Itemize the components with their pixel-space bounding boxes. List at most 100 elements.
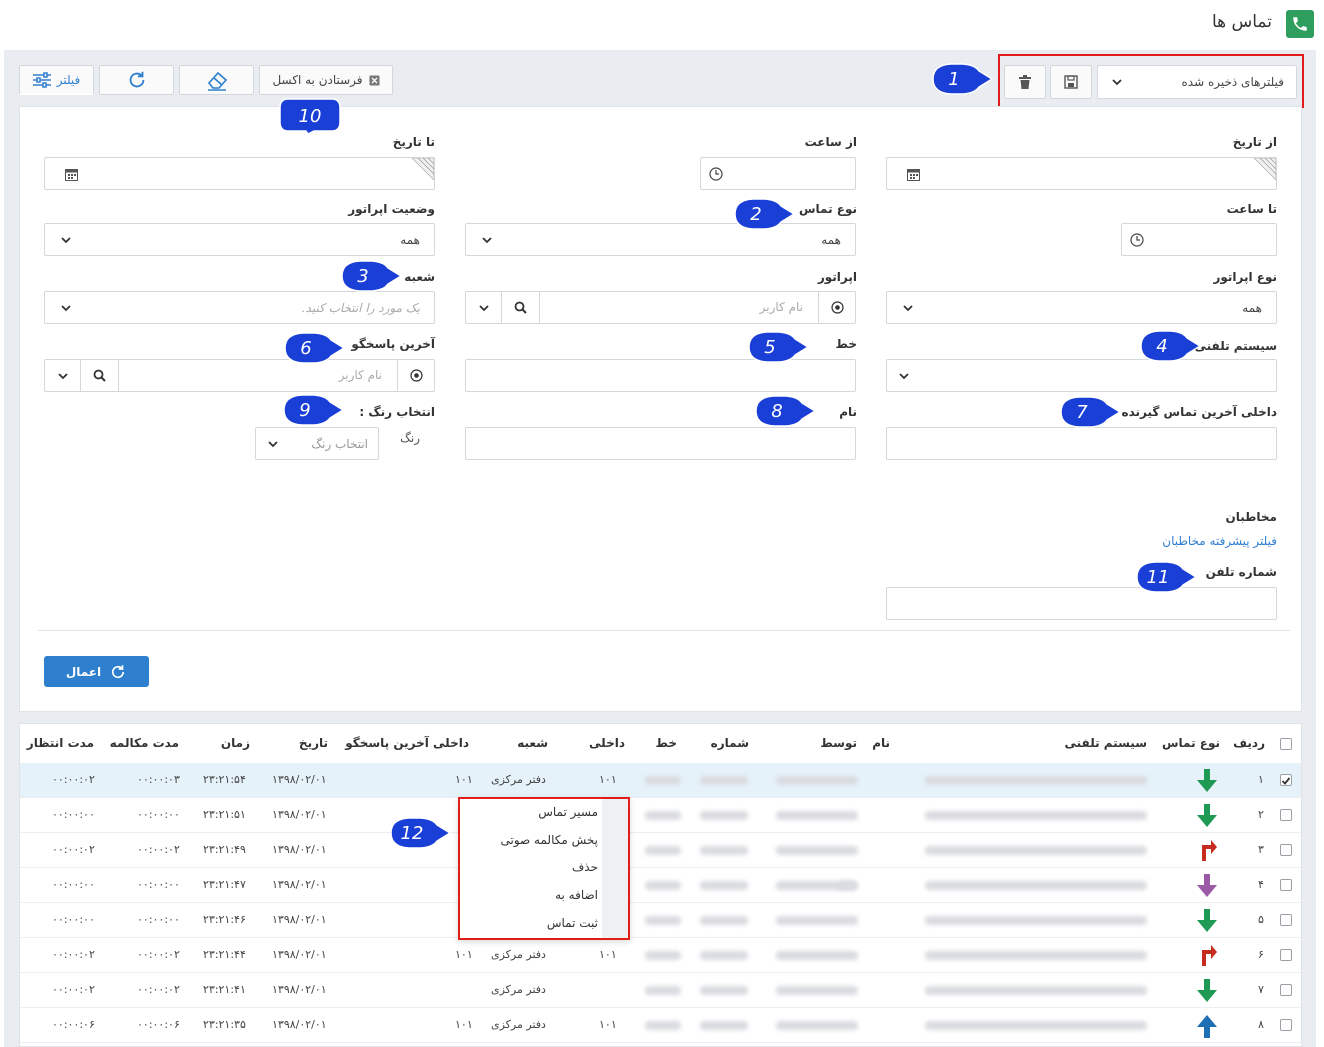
wait-duration-cell: ۰۰:۰۰:۰۲ xyxy=(52,983,95,996)
from-time-input[interactable] xyxy=(700,157,856,190)
redacted-value xyxy=(776,1021,858,1030)
search-icon[interactable] xyxy=(502,292,540,323)
menu-item-call-route[interactable]: مسیر تماس xyxy=(538,805,598,819)
row-checkbox[interactable] xyxy=(1280,914,1292,926)
select-all-checkbox[interactable] xyxy=(1280,738,1292,750)
search-icon[interactable] xyxy=(81,360,119,391)
chevron-down-icon[interactable] xyxy=(466,292,502,323)
redacted-value xyxy=(925,776,1147,785)
talk-duration-cell: ۰۰:۰۰:۰۰ xyxy=(137,913,180,926)
redacted-value xyxy=(700,1021,748,1030)
refresh-button[interactable] xyxy=(99,65,174,95)
menu-item-delete[interactable]: حذف xyxy=(572,860,598,874)
operator-status-label: وضعیت اپراتور xyxy=(348,202,435,216)
last-responder-picker[interactable]: نام کاربر xyxy=(44,359,435,392)
target-icon[interactable] xyxy=(397,360,434,391)
menu-item-play-recording[interactable]: پخش مکالمه صوتی xyxy=(501,833,598,847)
redacted-value xyxy=(925,881,1147,890)
col-time: زمان xyxy=(220,736,250,750)
phone-logo-icon xyxy=(1286,10,1314,38)
row-checkbox[interactable] xyxy=(1280,1019,1292,1031)
export-excel-button[interactable]: فرستادن به اکسل xyxy=(259,65,393,95)
from-date-input[interactable] xyxy=(886,157,1277,190)
callout-number: 9 xyxy=(299,399,311,421)
last-ext-cell: ۱۰۱ xyxy=(455,773,473,786)
color-label: انتخاب رنگ : xyxy=(359,405,435,419)
row-number-cell: ۲ xyxy=(1258,808,1264,821)
to-date-input[interactable] xyxy=(44,157,435,190)
delete-filter-button[interactable] xyxy=(1004,65,1046,99)
branch-select[interactable]: یک مورد را انتخاب کنید. xyxy=(44,291,435,324)
col-branch: شعبه xyxy=(517,736,548,750)
time-cell: ۲۳:۲۱:۳۵ xyxy=(203,1018,246,1031)
redacted-value xyxy=(700,951,748,960)
callout-bubble: 2 xyxy=(731,196,796,232)
row-checkbox[interactable] xyxy=(1280,844,1292,856)
time-cell: ۲۳:۲۱:۴۶ xyxy=(203,913,246,926)
sliders-icon xyxy=(32,71,51,88)
saved-filters-placeholder: فیلترهای ذخیره شده xyxy=(1181,75,1284,89)
redacted-value xyxy=(776,916,858,925)
name-input[interactable] xyxy=(465,427,856,460)
operator-picker[interactable]: نام کاربر xyxy=(465,291,856,324)
callout-bubble: 1 xyxy=(929,61,994,97)
col-by: توسط xyxy=(820,736,857,750)
callout-number: 3 xyxy=(357,265,369,287)
redacted-value xyxy=(700,986,748,995)
apply-button[interactable]: اعمال xyxy=(44,656,149,687)
callout-number: 2 xyxy=(750,203,762,225)
phone-number-input[interactable] xyxy=(886,587,1277,620)
menu-item-add-to[interactable]: اضافه به xyxy=(555,888,598,902)
operator-type-label: نوع اپراتور xyxy=(1213,270,1277,284)
talk-duration-cell: ۰۰:۰۰:۰۳ xyxy=(137,773,180,786)
redacted-value xyxy=(776,811,858,820)
callout-number: 6 xyxy=(300,337,312,359)
chevron-down-icon xyxy=(266,437,280,451)
apply-label: اعمال xyxy=(65,664,102,679)
chevron-down-icon xyxy=(59,233,73,247)
save-filter-button[interactable] xyxy=(1050,65,1092,99)
callout-bubble: 11 xyxy=(1133,559,1198,595)
contacts-label: مخاطبان xyxy=(1225,510,1277,524)
to-time-input[interactable] xyxy=(1121,223,1277,256)
operator-status-select[interactable]: همه xyxy=(44,223,435,256)
row-checkbox[interactable] xyxy=(1280,984,1292,996)
chevron-down-icon[interactable] xyxy=(45,360,81,391)
talk-duration-cell: ۰۰:۰۰:۰۲ xyxy=(137,983,180,996)
date-cell: ۱۳۹۸/۰۲/۰۱ xyxy=(272,878,327,891)
menu-item-register-call[interactable]: ثبت تماس xyxy=(547,916,598,930)
call-type-select[interactable]: همه xyxy=(465,223,856,256)
row-checkbox[interactable] xyxy=(1280,809,1292,821)
last-receiver-ext-input[interactable] xyxy=(886,427,1277,460)
time-cell: ۲۳:۲۱:۴۴ xyxy=(203,948,246,961)
color-sub-label: رنگ xyxy=(400,431,420,445)
clear-filters-button[interactable] xyxy=(179,65,254,95)
time-cell: ۲۳:۲۱:۴۷ xyxy=(203,878,246,891)
col-talk: مدت مکالمه xyxy=(109,736,179,750)
date-cell: ۱۳۹۸/۰۲/۰۱ xyxy=(272,808,327,821)
eraser-icon xyxy=(205,69,229,91)
redacted-value xyxy=(645,776,681,785)
phone-system-select[interactable] xyxy=(886,359,1277,392)
clock-icon xyxy=(709,167,723,184)
callout-bubble: 5 xyxy=(745,329,810,365)
advanced-contacts-filter-link[interactable]: فیلتر پیشرفته مخاطبان xyxy=(1162,534,1277,548)
title-bar xyxy=(0,0,1324,48)
target-icon[interactable] xyxy=(818,292,855,323)
trash-icon xyxy=(1019,75,1031,89)
color-select[interactable]: انتخاب رنگ xyxy=(255,427,379,460)
operator-type-select[interactable]: همه xyxy=(886,291,1277,324)
saved-filters-select[interactable]: فیلترهای ذخیره شده xyxy=(1097,65,1297,99)
wait-duration-cell: ۰۰:۰۰:۰۰ xyxy=(52,878,95,891)
callout-bubble: 10 xyxy=(278,98,342,135)
row-checkbox[interactable] xyxy=(1280,949,1292,961)
filter-tab[interactable]: فیلتر xyxy=(19,65,94,95)
row-checkbox[interactable] xyxy=(1280,879,1292,891)
last-ext-cell: ۱۰۱ xyxy=(455,1018,473,1031)
talk-duration-cell: ۰۰:۰۰:۰۰ xyxy=(137,808,180,821)
redacted-value xyxy=(645,1021,681,1030)
operator-placeholder: نام کاربر xyxy=(759,300,803,314)
branch-placeholder: یک مورد را انتخاب کنید. xyxy=(301,300,420,315)
callout-bubble: 3 xyxy=(338,258,403,294)
row-checkbox[interactable] xyxy=(1280,774,1292,786)
